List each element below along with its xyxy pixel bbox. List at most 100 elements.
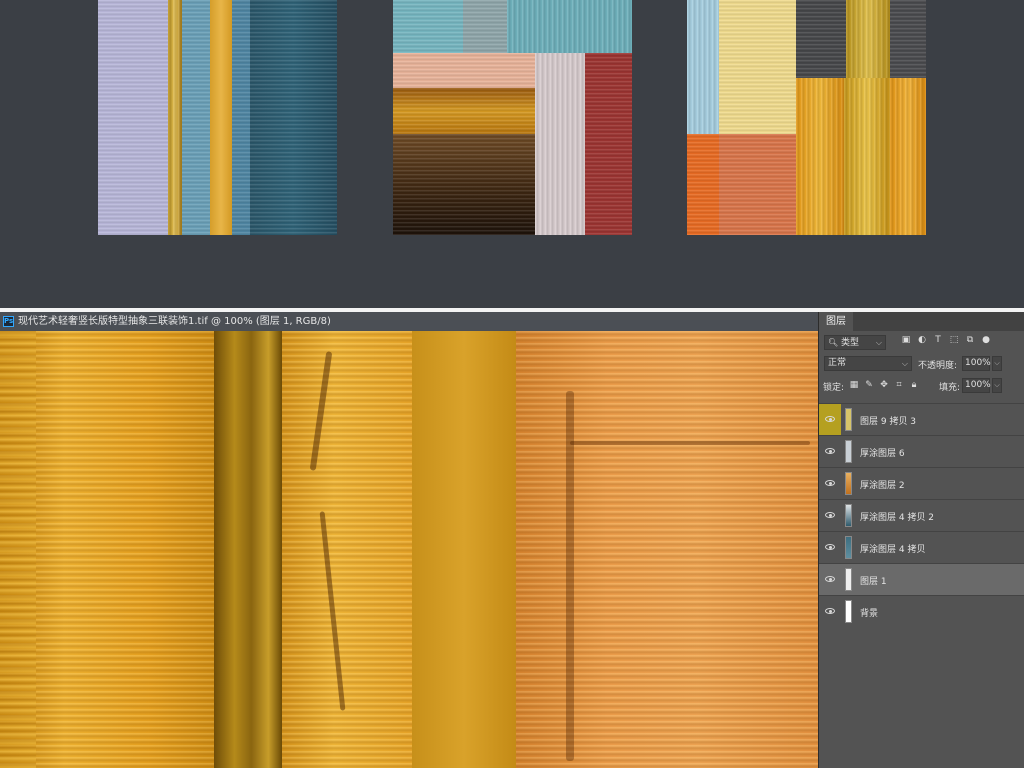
- blend-mode-value: 正常: [828, 358, 847, 368]
- eye-icon: [825, 544, 835, 550]
- blend-mode-select[interactable]: 正常 ⌵: [824, 356, 912, 371]
- visibility-toggle[interactable]: [819, 596, 841, 627]
- blend-opacity-row: 正常 ⌵ 不透明度: 100% ⌵: [819, 353, 1024, 375]
- layer-row[interactable]: 背景: [819, 595, 1024, 627]
- gold-leaf-block: [846, 0, 890, 78]
- filter-toggle-icon[interactable]: ●: [981, 335, 991, 345]
- tab-layers[interactable]: 图层: [819, 312, 853, 331]
- layers-panel-tabbar: 图层: [819, 312, 1024, 331]
- artboard-lock-icon[interactable]: ⌗: [894, 380, 904, 390]
- dark-grey-block: [890, 0, 926, 78]
- layer-thumbnail: [845, 440, 852, 463]
- lavender-texture-stripe: [98, 0, 168, 235]
- chevron-down-icon: ⌵: [875, 338, 882, 347]
- artwork-panel-middle: [393, 0, 632, 235]
- artwork-panel-right: [687, 0, 926, 235]
- layer-thumbnail: [845, 568, 852, 591]
- smart-object-filter-icon[interactable]: ⧉: [965, 335, 975, 345]
- eye-icon: [825, 576, 835, 582]
- layer-thumbnail: [845, 472, 852, 495]
- type-layer-filter-icon[interactable]: T: [933, 335, 943, 345]
- aqua-vertical-block: [507, 0, 632, 53]
- canvas-orange-texture: [516, 331, 818, 768]
- document-tab[interactable]: Ps 现代艺术轻奢竖长版特型抽象三联装饰1.tif @ 100% (图层 1, …: [0, 312, 818, 331]
- fill-label: 填充:: [939, 383, 961, 393]
- layer-thumbnail: [845, 536, 852, 559]
- lock-transparent-pixels-icon[interactable]: ▦: [849, 380, 859, 390]
- canvas-gold-leaf-stripe: [214, 331, 282, 768]
- lock-icon[interactable]: 🔒︎: [909, 380, 919, 390]
- layer-thumbnail: [845, 600, 852, 623]
- lock-fill-row: 锁定: ▦ ✎ ✥ ⌗ 🔒︎ 填充: 100% ⌵: [819, 375, 1024, 397]
- solid-gold-stripe: [210, 0, 232, 235]
- visibility-toggle[interactable]: [819, 468, 841, 499]
- layer-name: 厚涂图层 4 拷贝: [860, 545, 926, 555]
- butter-texture-block: [719, 0, 796, 134]
- amber-stripe-right: [890, 78, 926, 235]
- layer-name: 图层 1: [860, 577, 887, 587]
- eye-icon: [825, 448, 835, 454]
- layer-filter-icons: ▣ ◐ T ⬚ ⧉ ●: [901, 335, 991, 345]
- visibility-toggle[interactable]: [819, 532, 841, 563]
- layer-row[interactable]: 图层 1: [819, 563, 1024, 595]
- opacity-input[interactable]: 100%: [962, 356, 991, 371]
- blush-texture-block: [535, 53, 585, 235]
- canvas-amber-texture-2: [282, 331, 412, 768]
- visibility-toggle[interactable]: [819, 500, 841, 531]
- pixel-layer-filter-icon[interactable]: ▣: [901, 335, 911, 345]
- layer-name: 背景: [860, 609, 879, 619]
- brush-icon[interactable]: ✎: [864, 380, 874, 390]
- canvas-mustard-stripe: [412, 331, 516, 768]
- amber-texture-block: [796, 78, 844, 235]
- visibility-toggle[interactable]: [819, 564, 841, 595]
- grey-texture-block: [463, 0, 507, 53]
- layer-row[interactable]: 厚涂图层 6: [819, 435, 1024, 467]
- red-texture-block: [585, 53, 632, 235]
- canvas-groove: [566, 391, 574, 761]
- steel-blue-stripe: [232, 0, 250, 235]
- gold-foil-block: [844, 78, 890, 235]
- layer-thumbnail: [845, 408, 852, 431]
- lock-options: ▦ ✎ ✥ ⌗ 🔒︎: [849, 380, 919, 390]
- visibility-toggle[interactable]: [819, 404, 841, 435]
- eye-icon: [825, 416, 835, 422]
- layer-name: 厚涂图层 4 拷贝 2: [860, 513, 935, 523]
- layer-row[interactable]: 图层 9 拷贝 3: [819, 403, 1024, 435]
- layers-panel: 图层 🔍︎ 类型 ⌵ ▣ ◐ T ⬚ ⧉ ● 正常 ⌵ 不透明度: 100% ⌵…: [818, 312, 1024, 768]
- peach-texture-block: [393, 53, 535, 88]
- layer-thumbnail: [845, 504, 852, 527]
- layer-filter-row: 🔍︎ 类型 ⌵ ▣ ◐ T ⬚ ⧉ ●: [819, 331, 1024, 353]
- layer-row[interactable]: 厚涂图层 2: [819, 467, 1024, 499]
- layer-row[interactable]: 厚涂图层 4 拷贝: [819, 531, 1024, 563]
- shape-layer-filter-icon[interactable]: ⬚: [949, 335, 959, 345]
- fill-dropdown-button[interactable]: ⌵: [992, 378, 1002, 393]
- artwork-panel-left: [98, 0, 337, 235]
- ochre-texture-block: [393, 88, 535, 134]
- document-canvas[interactable]: [0, 331, 818, 768]
- layer-row[interactable]: 厚涂图层 4 拷贝 2: [819, 499, 1024, 531]
- fill-input[interactable]: 100%: [962, 378, 991, 393]
- lock-label: 锁定:: [823, 383, 845, 393]
- layer-kind-filter[interactable]: 🔍︎ 类型 ⌵: [824, 335, 886, 350]
- light-blue-stripe: [687, 0, 719, 134]
- move-icon[interactable]: ✥: [879, 380, 889, 390]
- photoshop-app-icon: Ps: [3, 316, 14, 327]
- layer-name: 厚涂图层 2: [860, 481, 905, 491]
- pale-blue-stripe: [182, 0, 210, 235]
- artwork-preview: [0, 0, 1024, 308]
- orange-texture-block: [687, 134, 719, 235]
- canvas-groove: [570, 441, 810, 445]
- document-title: 现代艺术轻奢竖长版特型抽象三联装饰1.tif @ 100% (图层 1, RGB…: [18, 316, 331, 327]
- aqua-texture-block: [393, 0, 463, 53]
- charcoal-texture-block: [796, 0, 846, 78]
- brown-texture-block: [393, 134, 535, 235]
- gold-leaf-stripe: [168, 0, 182, 235]
- layer-name: 图层 9 拷贝 3: [860, 417, 917, 427]
- dark-teal-texture-stripe: [250, 0, 337, 235]
- adjustment-layer-filter-icon[interactable]: ◐: [917, 335, 927, 345]
- chevron-down-icon: ⌵: [901, 359, 908, 368]
- rust-texture-block: [719, 134, 796, 235]
- canvas-ridged-edge: [0, 331, 36, 768]
- opacity-dropdown-button[interactable]: ⌵: [992, 356, 1002, 371]
- visibility-toggle[interactable]: [819, 436, 841, 467]
